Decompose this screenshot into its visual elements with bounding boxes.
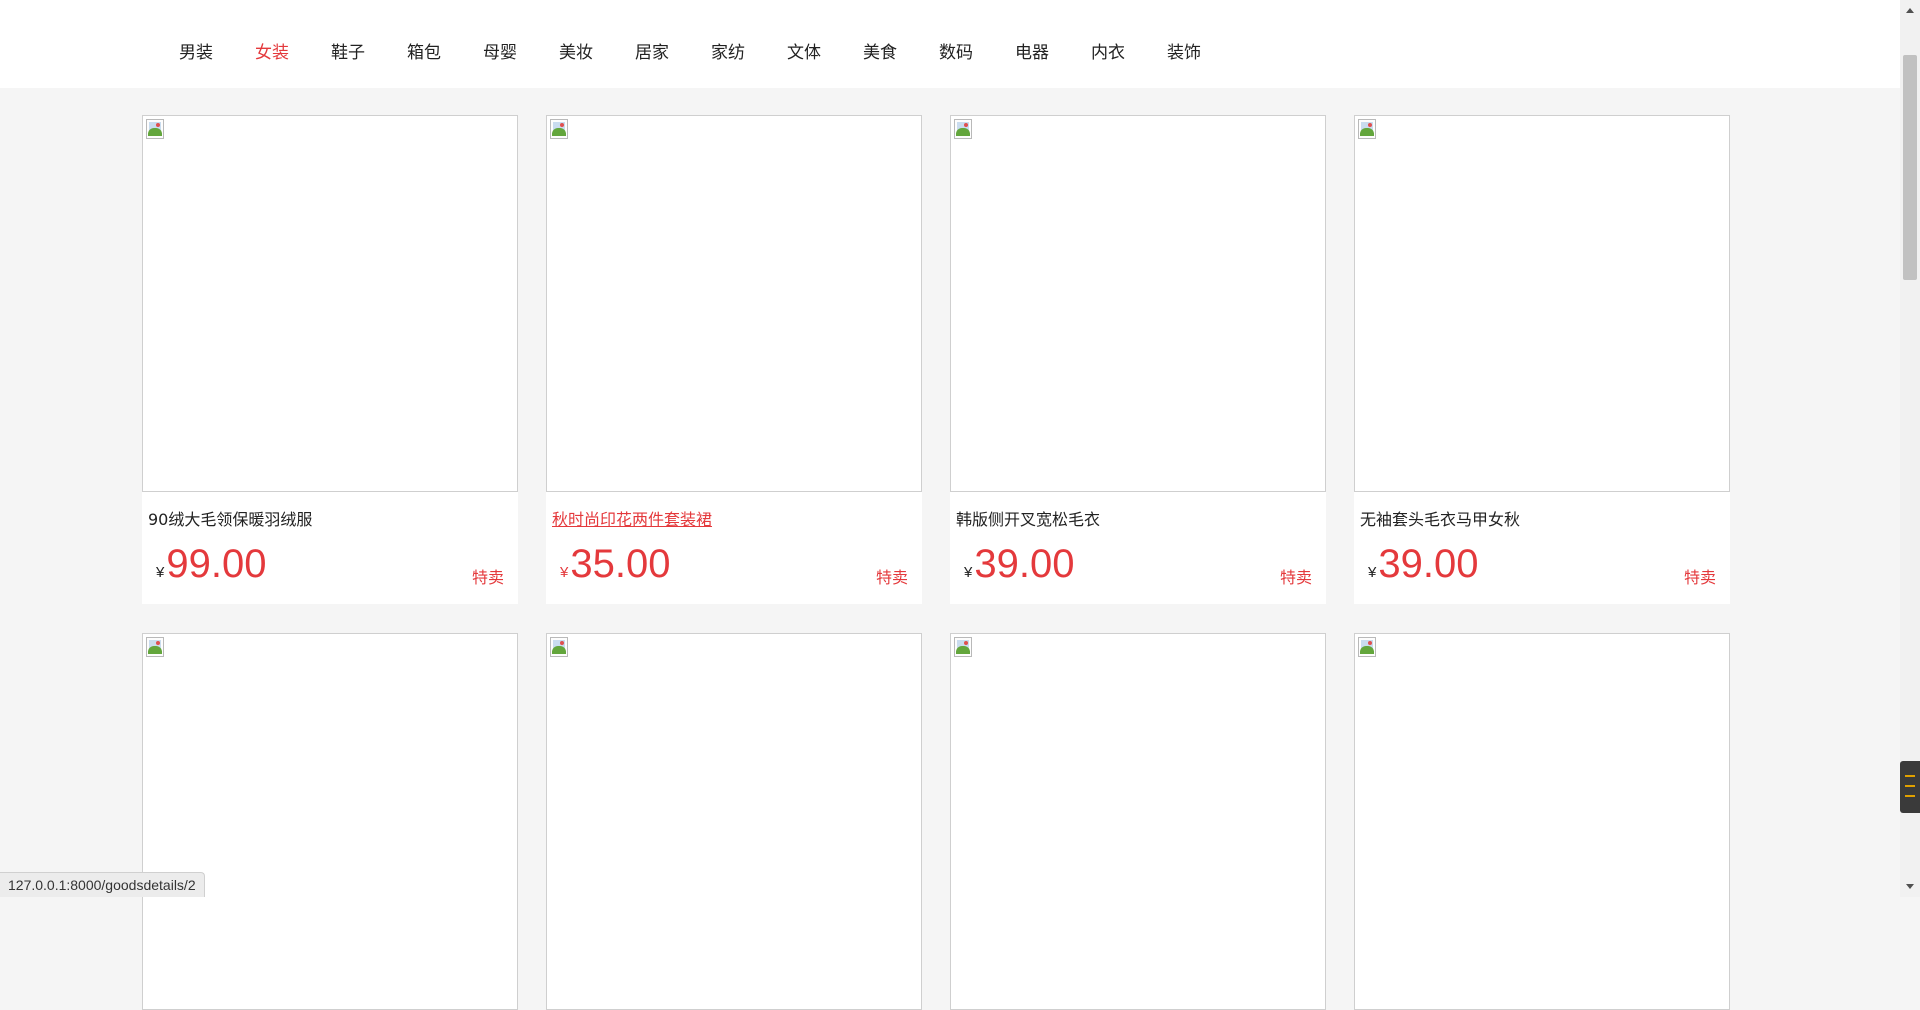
nav-item-appliances[interactable]: 电器 — [994, 38, 1070, 63]
nav-item-decor[interactable]: 装饰 — [1146, 38, 1222, 63]
scrollbar-thumb[interactable] — [1903, 55, 1917, 280]
product-title[interactable]: 90绒大毛领保暖羽绒服 — [148, 506, 312, 530]
product-card[interactable] — [1354, 633, 1730, 1010]
nav-item-digital[interactable]: 数码 — [918, 38, 994, 63]
broken-image-icon — [550, 637, 568, 657]
price-value: 39.00 — [974, 542, 1075, 586]
nav-item-bags[interactable]: 箱包 — [386, 38, 462, 63]
nav-item-beauty[interactable]: 美妆 — [538, 38, 614, 63]
product-title[interactable]: 无袖套头毛衣马甲女秋 — [1360, 506, 1520, 530]
nav-item-textiles[interactable]: 家纺 — [690, 38, 766, 63]
link-preview-status-bar: 127.0.0.1:8000/goodsdetails/2 — [0, 872, 205, 897]
nav-item-home[interactable]: 居家 — [614, 38, 690, 63]
product-price: ¥35.00 — [560, 542, 670, 587]
nav-item-menswear[interactable]: 男装 — [158, 38, 234, 63]
product-card[interactable] — [142, 633, 518, 1010]
product-price: ¥99.00 — [156, 542, 266, 587]
scroll-up-arrow-icon[interactable] — [1906, 8, 1914, 13]
price-value: 39.00 — [1378, 542, 1479, 586]
nav-item-shoes[interactable]: 鞋子 — [310, 38, 386, 63]
product-image[interactable] — [546, 115, 922, 492]
broken-image-icon — [954, 119, 972, 139]
nav-item-womenswear[interactable]: 女装 — [234, 38, 310, 63]
broken-image-icon — [1358, 637, 1376, 657]
currency-symbol: ¥ — [964, 564, 973, 581]
nav-item-underwear[interactable]: 内衣 — [1070, 38, 1146, 63]
product-card[interactable] — [950, 633, 1326, 1010]
product-image[interactable] — [1354, 115, 1730, 492]
currency-symbol: ¥ — [1368, 564, 1377, 581]
special-sale-tag: 特卖 — [1279, 568, 1312, 587]
broken-image-icon — [954, 637, 972, 657]
product-title[interactable]: 韩版侧开叉宽松毛衣 — [956, 506, 1100, 530]
product-card[interactable]: 无袖套头毛衣马甲女秋 ¥39.00 特卖 — [1354, 115, 1730, 604]
product-image[interactable] — [950, 115, 1326, 492]
product-image[interactable] — [546, 633, 922, 1010]
nav-item-stationery-sports[interactable]: 文体 — [766, 38, 842, 63]
category-nav: 男装 女装 鞋子 箱包 母婴 美妆 居家 家纺 文体 美食 数码 电器 内衣 装… — [158, 30, 1222, 70]
product-card[interactable]: 90绒大毛领保暖羽绒服 ¥99.00 特卖 — [142, 115, 518, 604]
product-title[interactable]: 秋时尚印花两件套装裙 — [552, 506, 712, 530]
broken-image-icon — [146, 637, 164, 657]
product-price: ¥39.00 — [964, 542, 1074, 587]
product-image[interactable] — [1354, 633, 1730, 1010]
price-value: 35.00 — [570, 542, 671, 586]
broken-image-icon — [550, 119, 568, 139]
product-image[interactable] — [142, 115, 518, 492]
special-sale-tag: 特卖 — [875, 568, 908, 587]
special-sale-tag: 特卖 — [471, 568, 504, 587]
nav-item-baby[interactable]: 母婴 — [462, 38, 538, 63]
nav-item-food[interactable]: 美食 — [842, 38, 918, 63]
price-value: 99.00 — [166, 542, 267, 586]
currency-symbol: ¥ — [560, 564, 569, 581]
currency-symbol: ¥ — [156, 564, 165, 581]
product-price: ¥39.00 — [1368, 542, 1478, 587]
product-card[interactable]: 韩版侧开叉宽松毛衣 ¥39.00 特卖 — [950, 115, 1326, 604]
floating-debug-toolbar-handle[interactable] — [1900, 761, 1920, 813]
top-navigation-bar: 男装 女装 鞋子 箱包 母婴 美妆 居家 家纺 文体 美食 数码 电器 内衣 装… — [0, 0, 1900, 88]
scroll-down-arrow-icon[interactable] — [1906, 884, 1914, 889]
product-card[interactable]: 秋时尚印花两件套装裙 ¥35.00 特卖 — [546, 115, 922, 604]
product-card[interactable] — [546, 633, 922, 1010]
special-sale-tag: 特卖 — [1683, 568, 1716, 587]
broken-image-icon — [146, 119, 164, 139]
product-image[interactable] — [950, 633, 1326, 1010]
broken-image-icon — [1358, 119, 1376, 139]
product-image[interactable] — [142, 633, 518, 1010]
